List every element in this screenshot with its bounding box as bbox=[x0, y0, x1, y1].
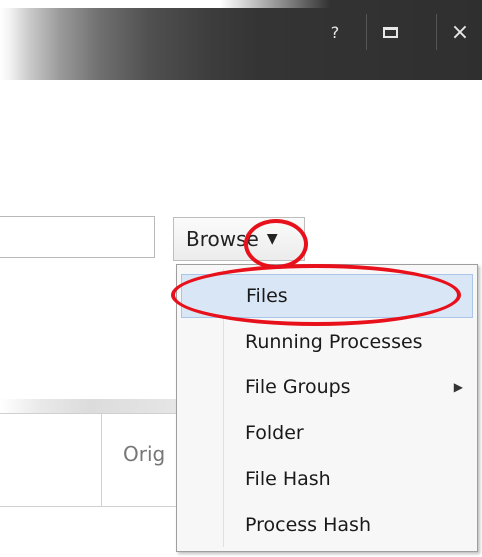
title-bar: ? × bbox=[0, 0, 482, 80]
menu-item-label: Folder bbox=[245, 422, 304, 444]
help-button[interactable]: ? bbox=[312, 14, 358, 50]
browse-label: Browse bbox=[186, 227, 259, 251]
maximize-icon bbox=[382, 26, 398, 38]
close-button[interactable]: × bbox=[436, 14, 482, 50]
menu-item-folder[interactable]: Folder bbox=[181, 411, 473, 455]
menu-item-running-processes[interactable]: Running Processes bbox=[181, 320, 473, 364]
browse-button[interactable]: Browse ▼ bbox=[173, 217, 305, 261]
chevron-right-icon: ▶ bbox=[453, 380, 463, 394]
table-header-row: Orig bbox=[0, 413, 178, 507]
menu-item-process-hash[interactable]: Process Hash bbox=[181, 503, 473, 547]
menu-item-files[interactable]: Files bbox=[181, 274, 473, 318]
column-header-original[interactable]: Orig bbox=[123, 442, 165, 466]
help-icon: ? bbox=[330, 22, 340, 42]
chevron-down-icon: ▼ bbox=[266, 231, 278, 247]
path-input[interactable] bbox=[0, 216, 155, 258]
menu-item-label: Process Hash bbox=[245, 514, 371, 536]
table-header-bar bbox=[0, 399, 178, 413]
menu-item-label: Files bbox=[246, 285, 288, 307]
menu-item-file-groups[interactable]: File Groups ▶ bbox=[181, 365, 473, 409]
browse-dropdown-menu: Files Running Processes File Groups ▶ Fo… bbox=[176, 264, 478, 552]
column-divider bbox=[101, 414, 102, 506]
menu-item-label: File Groups bbox=[245, 376, 351, 398]
menu-item-file-hash[interactable]: File Hash bbox=[181, 457, 473, 501]
menu-item-label: Running Processes bbox=[245, 331, 423, 353]
maximize-button[interactable] bbox=[366, 14, 413, 50]
menu-item-label: File Hash bbox=[245, 468, 331, 490]
close-icon: × bbox=[450, 19, 470, 45]
